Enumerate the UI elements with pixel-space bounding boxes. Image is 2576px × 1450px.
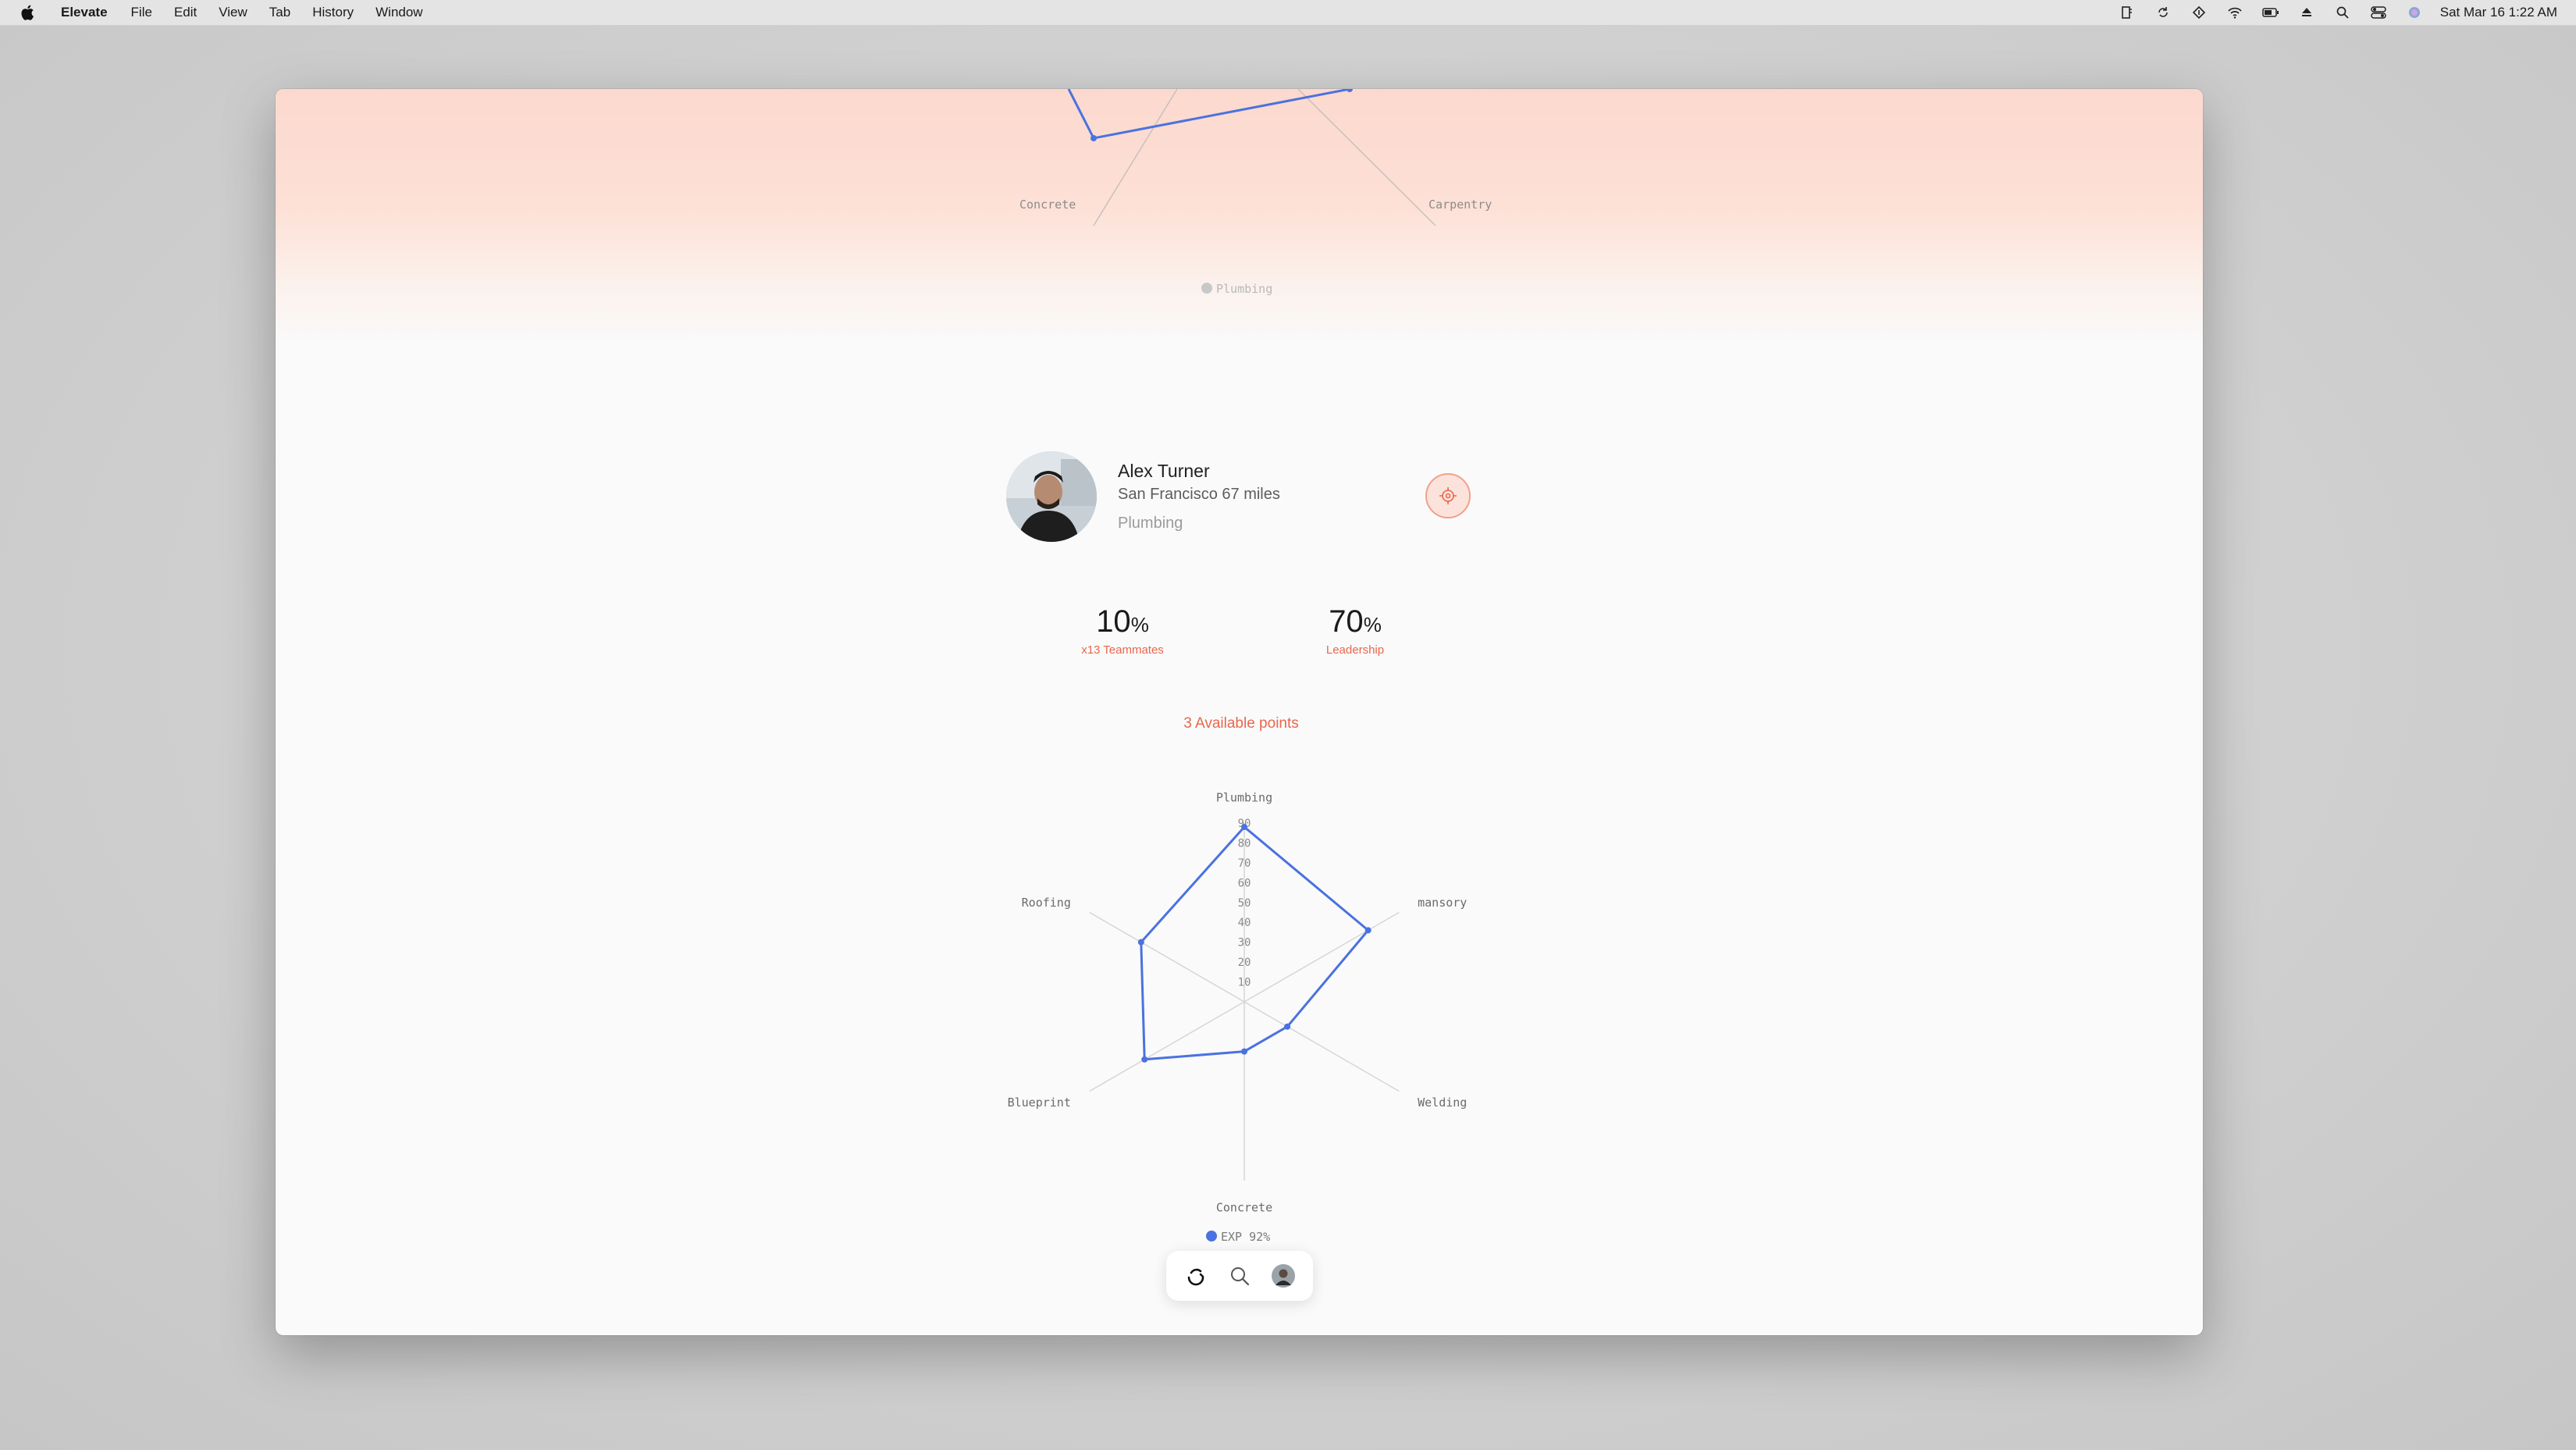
- profile-avatar-icon: [1272, 1264, 1295, 1288]
- avatar-photo: [1006, 451, 1097, 542]
- menubar-clock[interactable]: Sat Mar 16 1:22 AM: [2440, 5, 2557, 20]
- menu-file[interactable]: File: [131, 5, 152, 20]
- radar-tick-label: 70: [1238, 857, 1251, 870]
- top-grid-line-left: [1093, 89, 1178, 226]
- radar-tick-label: 20: [1238, 957, 1251, 969]
- top-series-line: [1067, 89, 1350, 140]
- radar-tick-label: 60: [1238, 877, 1251, 889]
- radar-tick-label: 30: [1238, 937, 1251, 949]
- radar-tick-label: 10: [1238, 977, 1251, 989]
- top-legend-dot: [1201, 283, 1212, 294]
- avatar[interactable]: [1006, 451, 1097, 542]
- top-series-point-edge: [1347, 89, 1353, 92]
- radar-series-exp: [1140, 825, 1370, 1061]
- radar-point-welding: [1284, 1023, 1291, 1030]
- top-grid-line-right: [1297, 89, 1436, 226]
- radar-point-blueprint: [1141, 1056, 1148, 1063]
- eject-icon[interactable]: [2298, 4, 2315, 21]
- radar-axis-label-plumbing: Plumbing: [1216, 791, 1272, 805]
- menu-window[interactable]: Window: [375, 5, 422, 20]
- settings-button[interactable]: [1425, 473, 1471, 518]
- siri-icon[interactable]: [2406, 4, 2423, 21]
- apple-icon[interactable]: [20, 4, 36, 21]
- spotlight-search-icon[interactable]: [2334, 4, 2351, 21]
- radar-axis-label-blueprint: Blueprint: [1008, 1096, 1071, 1110]
- radar-spoke-mansory: [1244, 911, 1400, 1003]
- dock-search-button[interactable]: [1226, 1262, 1254, 1290]
- radar-axis-label-roofing: Roofing: [1022, 896, 1071, 910]
- bottom-dock: [1166, 1251, 1313, 1301]
- top-series-point: [1091, 135, 1097, 141]
- radar-spoke-welding: [1244, 1001, 1400, 1092]
- battery-icon[interactable]: [2262, 4, 2279, 21]
- menu-app-name[interactable]: Elevate: [61, 5, 108, 20]
- stat-leadership-label: Leadership: [1325, 643, 1385, 657]
- diamond-icon[interactable]: [2190, 4, 2208, 21]
- radar-point-roofing: [1137, 939, 1144, 946]
- profile-name: Alex Turner: [1118, 461, 1210, 481]
- target-gear-icon: [1439, 487, 1457, 504]
- profile-location: San Francisco 67 miles: [1118, 486, 1280, 503]
- top-legend-label: Plumbing: [1216, 282, 1272, 296]
- menu-history[interactable]: History: [312, 5, 354, 20]
- radar-point-mansory: [1364, 927, 1372, 934]
- stat-teammates-value: 10%: [1096, 604, 1149, 639]
- stat-leadership-value: 70%: [1329, 604, 1382, 639]
- radar-tick-label: 50: [1238, 897, 1251, 910]
- stat-teammates: 10% x13 Teammates: [1029, 604, 1216, 657]
- radar-tick-label: 40: [1238, 917, 1251, 929]
- search-icon: [1231, 1267, 1250, 1286]
- radar-spoke-blueprint: [1089, 1001, 1245, 1092]
- profile-trade: Plumbing: [1118, 515, 1183, 532]
- stat-teammates-label: x13 Teammates: [1081, 643, 1164, 657]
- radar-tick-label: 80: [1238, 837, 1251, 850]
- radar-legend-label: EXP 92%: [1221, 1230, 1270, 1244]
- radar-spoke-roofing: [1089, 911, 1245, 1003]
- radar-axis-label-welding: Welding: [1418, 1096, 1467, 1110]
- sync-icon[interactable]: [2154, 4, 2172, 21]
- home-logo-icon: [1187, 1268, 1204, 1286]
- skills-radar-chart: 102030405060708090PlumbingmansoryWelding…: [1008, 791, 1468, 1244]
- dock-home-button[interactable]: [1182, 1262, 1210, 1290]
- stat-leadership: 70% Leadership: [1261, 604, 1449, 657]
- script-editor-icon[interactable]: [2119, 4, 2136, 21]
- top-axis-label-left: Concrete: [1019, 198, 1076, 212]
- radar-axis-label-mansory: mansory: [1418, 896, 1467, 910]
- radar-axis-label-concrete: Concrete: [1216, 1200, 1272, 1214]
- menu-bar: Elevate File Edit View Tab History Windo…: [0, 0, 2576, 26]
- menu-edit[interactable]: Edit: [174, 5, 197, 20]
- menu-tab[interactable]: Tab: [269, 5, 290, 20]
- dock-profile-button[interactable]: [1269, 1262, 1297, 1290]
- top-radar-chart: Concrete Carpentry Plumbing: [1019, 89, 1492, 296]
- control-center-icon[interactable]: [2370, 4, 2387, 21]
- top-axis-label-right: Carpentry: [1429, 198, 1492, 212]
- radar-point-concrete: [1241, 1048, 1247, 1055]
- available-points[interactable]: 3 Available points: [1108, 715, 1374, 732]
- menu-view[interactable]: View: [219, 5, 247, 20]
- radar-point-plumbing: [1241, 824, 1247, 831]
- radar-legend-dot: [1206, 1231, 1217, 1242]
- wifi-icon[interactable]: [2226, 4, 2243, 21]
